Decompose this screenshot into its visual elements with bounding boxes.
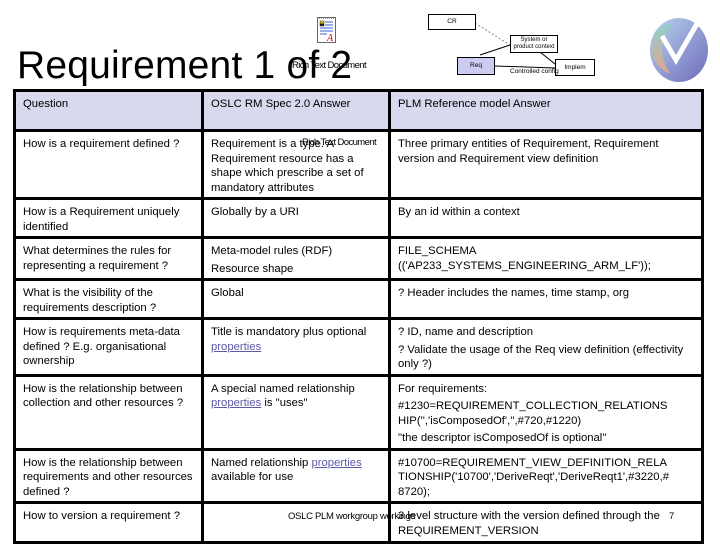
- table-row: How is the relationship between collecti…: [13, 373, 704, 451]
- question-cell: What determines the rules for representi…: [13, 236, 204, 281]
- plm-answer-cell: #10700=REQUIREMENT_VIEW_DEFINITION_RELA …: [388, 447, 704, 504]
- plm-answer-cell: 3 level structure with the version defin…: [388, 501, 704, 544]
- edge-cr-system: [474, 22, 511, 46]
- table-row: How to version a requirement ? 3 level s…: [13, 501, 704, 544]
- header-question: Question: [13, 89, 204, 132]
- oslc-answer-suffix: is "uses": [261, 397, 308, 409]
- page-number: 7: [669, 511, 675, 522]
- header-oslc-answer: OSLC RM Spec 2.0 Answer: [201, 89, 391, 132]
- oslc-logo-icon: [650, 18, 708, 82]
- oslc-answer-text: Title is mandatory plus optional: [211, 326, 367, 338]
- question-cell: How is a Requirement uniquely identified: [13, 197, 204, 239]
- oslc-answer-suffix: available for use: [211, 471, 294, 483]
- table-row: What is the visibility of the requiremen…: [13, 278, 704, 320]
- table-row: How is the relationship between requirem…: [13, 447, 704, 504]
- plm-answer-line: ? Validate the usage of the Req view def…: [398, 343, 684, 371]
- oslc-answer-cell: A special named relationship properties …: [201, 373, 391, 451]
- question-cell: How is the relationship between collecti…: [13, 373, 204, 451]
- table-row: How is a Requirement uniquely identified…: [13, 197, 704, 239]
- plm-answer-line: "the descriptor isComposedOf is optional…: [398, 432, 607, 444]
- question-cell: How is requirements meta-data defined ? …: [13, 317, 204, 377]
- plm-answer-line: ? ID, name and description: [398, 326, 534, 338]
- oslc-answer-text: Named relationship: [211, 456, 309, 469]
- table-header-row: Question OSLC RM Spec 2.0 Answer PLM Ref…: [13, 89, 704, 132]
- plm-answer-line: For requirements:: [398, 382, 488, 395]
- oslc-answer-cell: Named relationship properties available …: [201, 447, 391, 504]
- plm-answer-cell: For requirements: #1230=REQUIREMENT_COLL…: [388, 373, 704, 451]
- diagram-edge-label: Controlled config: [510, 68, 559, 75]
- diagram-node-req: Req: [457, 57, 495, 75]
- slide-footer: OSLC PLM workgroup workings: [288, 511, 416, 522]
- comparison-table: Question OSLC RM Spec 2.0 Answer PLM Ref…: [13, 89, 704, 544]
- plm-answer-cell: ? Header includes the names, time stamp,…: [388, 278, 704, 320]
- oslc-answer-cell: Global: [201, 278, 391, 320]
- properties-link[interactable]: properties: [311, 457, 361, 469]
- oslc-answer-cell: [201, 501, 391, 544]
- edge-req-system: [479, 44, 511, 56]
- oslc-answer-cell: Title is mandatory plus optional propert…: [201, 317, 391, 377]
- oslc-answer-line: Meta-model rules (RDF): [211, 245, 333, 257]
- diagram-node-implem: Implem: [555, 59, 595, 76]
- plm-answer-cell: Three primary entities of Requirement, R…: [388, 129, 704, 200]
- question-cell: How is a requirement defined ?: [13, 129, 204, 200]
- question-cell: How to version a requirement ?: [13, 501, 204, 544]
- header-plm-answer: PLM Reference model Answer: [388, 89, 704, 132]
- plm-answer-line: #1230=REQUIREMENT_COLLECTION_RELATIONS H…: [398, 400, 668, 427]
- properties-link[interactable]: properties: [211, 341, 261, 353]
- question-cell: What is the visibility of the requiremen…: [13, 278, 204, 320]
- diagram-node-cr: CR: [428, 14, 476, 30]
- oslc-answer-cell: Globally by a URI: [201, 197, 391, 239]
- plm-answer-cell: By an id within a context: [388, 197, 704, 239]
- oslc-answer-cell: Meta-model rules (RDF) Resource shape: [201, 236, 391, 281]
- diagram-connectors: [474, 22, 561, 69]
- question-cell: How is the relationship between requirem…: [13, 447, 204, 504]
- plm-answer-cell: ? ID, name and description ? Validate th…: [388, 317, 704, 377]
- table-row: What determines the rules for representi…: [13, 236, 704, 281]
- oslc-answer-text: A special named relationship: [211, 382, 355, 395]
- properties-link[interactable]: properties: [211, 397, 261, 409]
- rtf-document-label: Rich Text Document: [302, 137, 377, 148]
- table-row: How is requirements meta-data defined ? …: [13, 317, 704, 377]
- diagram-node-system: System or product context: [510, 35, 558, 53]
- oslc-answer-line: Resource shape: [211, 262, 294, 275]
- plm-answer-cell: FILE_SCHEMA (('AP233_SYSTEMS_ENGINEERING…: [388, 236, 704, 281]
